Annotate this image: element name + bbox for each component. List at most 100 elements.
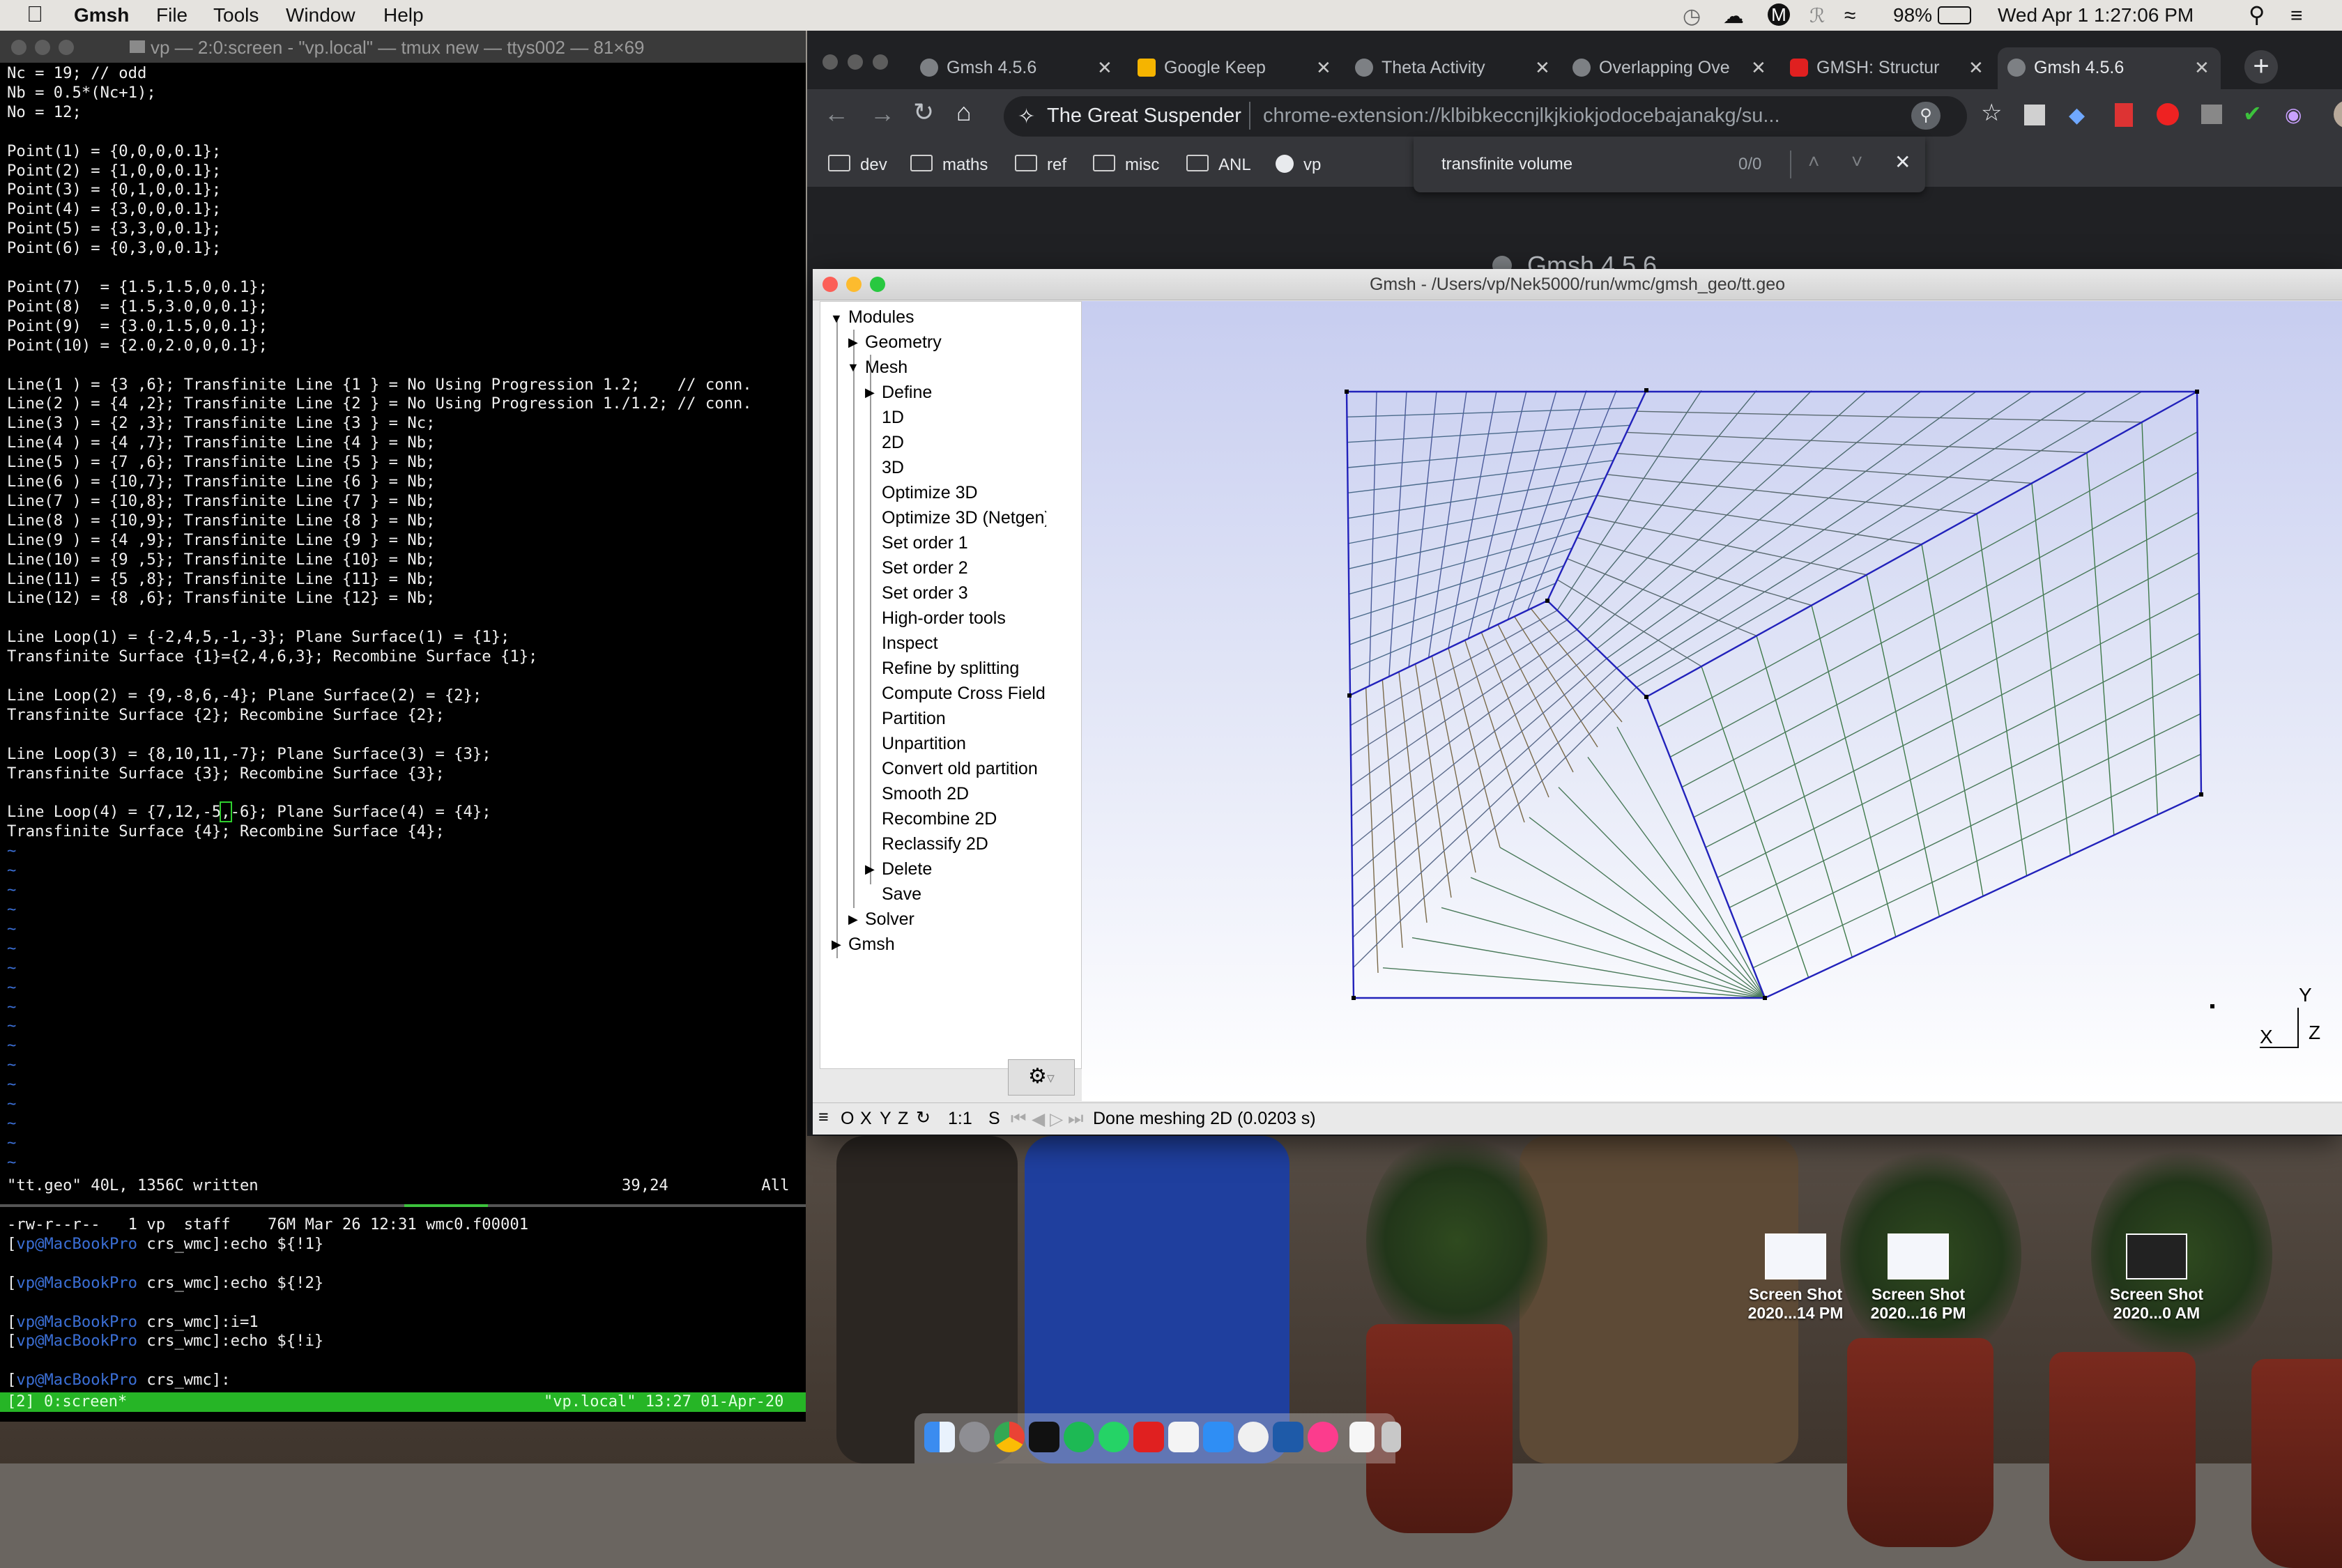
collapse-triangle-icon[interactable]: ▼ [847, 360, 859, 375]
menu-help[interactable]: Help [383, 4, 424, 26]
mesh-2d[interactable]: 2D [882, 433, 904, 453]
tab-theta-activity[interactable]: Theta Activity ✕ [1345, 47, 1557, 89]
acrobat-icon[interactable] [1133, 1422, 1164, 1452]
vim-editor-text[interactable]: Nc = 19; // odd Nb = 0.5*(Nc+1); No = 12… [7, 64, 802, 1173]
vpn-app-icon[interactable] [1273, 1422, 1303, 1452]
mesh-set-order-3[interactable]: Set order 3 [882, 583, 968, 604]
desktop-file-screenshot[interactable]: Screen Shot 2020...0 AM [2101, 1233, 2212, 1323]
sync-app-icon[interactable] [1238, 1422, 1269, 1452]
close-tab-icon[interactable]: ✕ [1968, 57, 1984, 79]
tree-geometry[interactable]: Geometry [865, 332, 942, 353]
find-next-icon[interactable]: ˅ [1851, 151, 1862, 173]
extension-icon[interactable]: ✔ [2243, 100, 2262, 127]
tree-solver[interactable]: Solver [865, 909, 914, 930]
screen-window-list[interactable]: [2] 0:screen* [7, 1393, 127, 1411]
scale-1to1-button[interactable]: 1:1 [948, 1109, 972, 1129]
address-bar[interactable]: ✧ The Great Suspender chrome-extension:/… [1004, 96, 1967, 137]
back-icon[interactable]: ← [824, 99, 849, 128]
view-o-button[interactable]: O [841, 1109, 854, 1129]
extension-icon[interactable] [2201, 105, 2222, 124]
animation-prev-icon[interactable]: ◀ [1032, 1109, 1045, 1130]
expand-triangle-icon[interactable]: ▶ [848, 335, 858, 350]
mesh-high-order-tools[interactable]: High-order tools [882, 608, 1006, 629]
mesh-compute-cross-field[interactable]: Compute Cross Field [882, 684, 1046, 704]
mesh-set-order-1[interactable]: Set order 1 [882, 533, 968, 553]
tab-gmsh-structured[interactable]: GMSH: Structur ✕ [1780, 47, 1992, 89]
reload-icon[interactable]: ↻ [913, 98, 934, 127]
expand-triangle-icon[interactable]: ▶ [865, 385, 875, 400]
system-preferences-icon[interactable] [959, 1422, 990, 1452]
view-s-button[interactable]: S [988, 1109, 1000, 1129]
find-input[interactable]: transfinite volume [1441, 155, 1572, 174]
view-y-button[interactable]: Y [880, 1109, 891, 1129]
tree-modules[interactable]: Modules [848, 307, 914, 328]
mesh-recombine-2d[interactable]: Recombine 2D [882, 809, 997, 829]
menu-tools[interactable]: Tools [213, 4, 259, 26]
mail-icon[interactable]: M [1768, 3, 1790, 26]
view-x-button[interactable]: X [860, 1109, 872, 1129]
mesh-inspect[interactable]: Inspect [882, 633, 938, 654]
extension-icon[interactable] [2115, 103, 2133, 127]
mesh-define[interactable]: Define [882, 383, 932, 403]
minimize-window-button[interactable] [35, 40, 50, 55]
profile-avatar[interactable] [2334, 100, 2342, 128]
documents-icon[interactable] [1349, 1422, 1375, 1452]
bookmark-dev[interactable]: dev [828, 155, 887, 175]
desktop-file-screenshot[interactable]: Screen Shot 2020...14 PM [1740, 1233, 1851, 1323]
expand-triangle-icon[interactable]: ▶ [848, 912, 858, 927]
find-in-page-icon[interactable]: ⚲ [1911, 102, 1941, 130]
tab-gmsh-active[interactable]: Gmsh 4.5.6 ✕ [1998, 47, 2221, 89]
home-icon[interactable]: ⌂ [956, 98, 972, 127]
spotify-icon[interactable] [1064, 1422, 1094, 1452]
mesh-save[interactable]: Save [882, 884, 921, 905]
mesh-1d[interactable]: 1D [882, 408, 904, 428]
chrome-icon[interactable] [994, 1422, 1025, 1452]
forward-icon[interactable]: → [870, 99, 895, 128]
expand-triangle-icon[interactable]: ▶ [832, 937, 841, 952]
terminal-icon[interactable] [1029, 1422, 1059, 1452]
battery-percent[interactable]: 98% [1893, 4, 1932, 26]
mesh-convert-old-partition[interactable]: Convert old partition [882, 759, 1038, 779]
collapse-triangle-icon[interactable]: ▼ [830, 312, 843, 326]
close-tab-icon[interactable]: ✕ [1535, 57, 1550, 79]
finder-icon[interactable] [924, 1422, 955, 1452]
find-close-icon[interactable]: ✕ [1895, 151, 1911, 174]
mesh-refine-by-splitting[interactable]: Refine by splitting [882, 659, 1019, 679]
spotlight-icon[interactable]: ⚲ [2249, 1, 2265, 28]
apple-menu-icon[interactable]:  [26, 1, 43, 27]
notification-center-icon[interactable]: ≡ [2290, 4, 2303, 28]
animation-first-icon[interactable]: ⏮ [1011, 1109, 1027, 1129]
mesh-drawing[interactable] [1082, 301, 2342, 1101]
close-window-button[interactable] [822, 54, 838, 70]
close-window-button[interactable] [11, 40, 26, 55]
find-prev-icon[interactable]: ˄ [1808, 151, 1819, 173]
bookmark-anl[interactable]: ANL [1186, 155, 1251, 175]
tab-google-keep[interactable]: Google Keep ✕ [1128, 47, 1340, 89]
zoom-window-button[interactable] [59, 40, 74, 55]
extension-icon[interactable]: ◉ [2285, 103, 2302, 126]
mesh-set-order-2[interactable]: Set order 2 [882, 558, 968, 578]
animation-last-icon[interactable]: ⏭ [1068, 1109, 1084, 1129]
view-z-button[interactable]: Z [898, 1109, 908, 1129]
bookmark-maths[interactable]: maths [910, 155, 988, 175]
tab-gmsh-1[interactable]: Gmsh 4.5.6 ✕ [910, 47, 1122, 89]
menu-window[interactable]: Window [286, 4, 355, 26]
extension-icon[interactable] [2157, 103, 2179, 125]
tree-mesh[interactable]: Mesh [865, 358, 908, 378]
screenshot-app-icon[interactable] [1203, 1422, 1234, 1452]
shell-output[interactable]: -rw-r--r-- 1 vp staff 76M Mar 26 12:31 w… [7, 1215, 802, 1390]
mesh-smooth-2d[interactable]: Smooth 2D [882, 784, 969, 804]
whatsapp-icon[interactable] [1099, 1422, 1129, 1452]
bookmark-ref[interactable]: ref [1015, 155, 1066, 175]
expand-triangle-icon[interactable]: ▶ [865, 862, 875, 877]
new-tab-button[interactable]: + [2244, 50, 2278, 84]
mesh-partition[interactable]: Partition [882, 709, 946, 729]
bookmark-misc[interactable]: misc [1093, 155, 1159, 175]
close-tab-icon[interactable]: ✕ [1097, 57, 1112, 79]
mesh-optimize-3d-netgen[interactable]: Optimize 3D (Netgen) [882, 508, 1046, 528]
close-tab-icon[interactable]: ✕ [1316, 57, 1331, 79]
close-tab-icon[interactable]: ✕ [1751, 57, 1766, 79]
mesh-optimize-3d[interactable]: Optimize 3D [882, 483, 978, 503]
trash-icon[interactable] [1382, 1422, 1401, 1452]
desktop-file-screenshot[interactable]: Screen Shot 2020...16 PM [1862, 1233, 1974, 1323]
